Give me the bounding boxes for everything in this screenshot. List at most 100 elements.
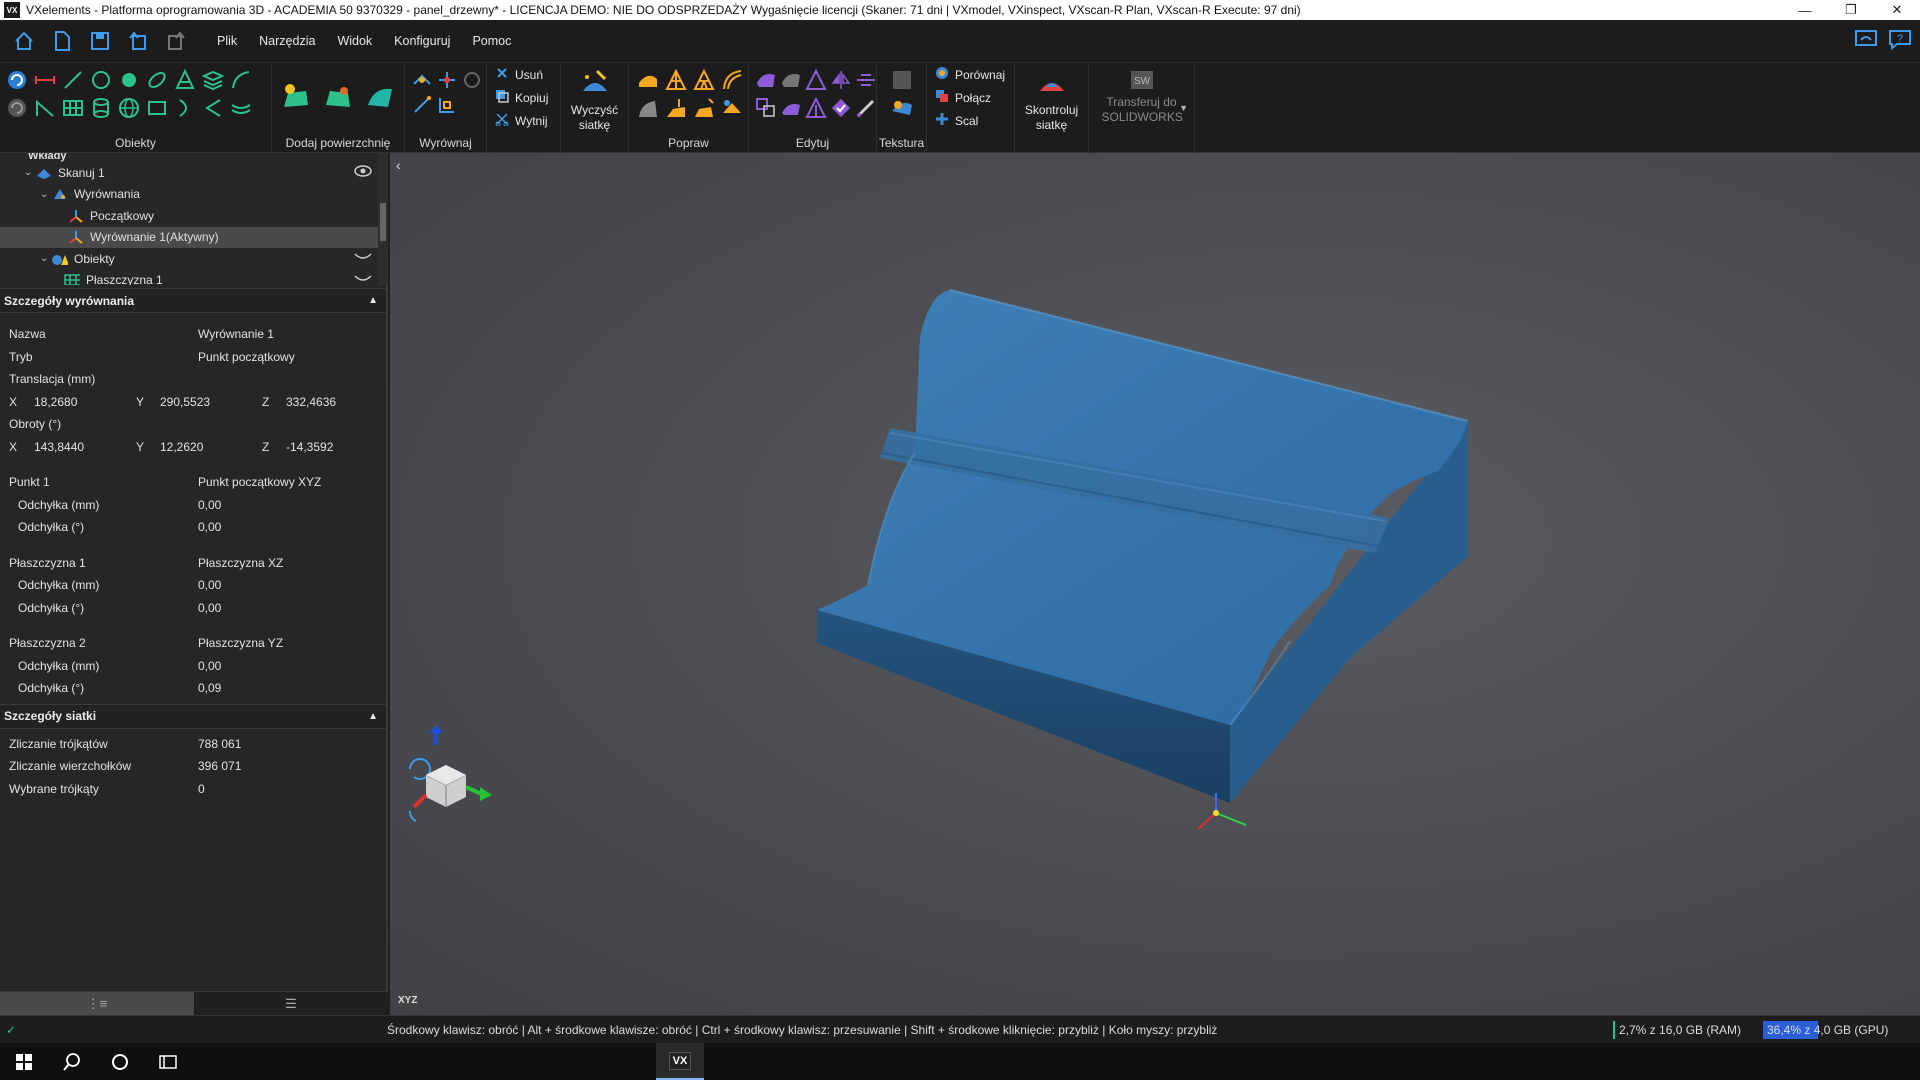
select-free-icon[interactable] [780,67,802,92]
rotate-mode-icon[interactable] [4,67,29,92]
combine-button[interactable]: Scal [935,111,1006,130]
shell-icon[interactable] [780,95,802,120]
triangle-select-icon[interactable] [805,67,827,92]
circle-icon[interactable] [88,67,113,92]
decimate-icon[interactable] [663,67,688,92]
transform-icon[interactable] [755,95,777,120]
align-axis-icon[interactable] [436,69,458,91]
align-best-fit-icon[interactable] [411,69,433,91]
select-surface-icon[interactable] [755,67,777,92]
texture-disabled-icon[interactable] [889,67,914,92]
alignment-details-header[interactable]: Szczegóły wyrównania ▲ [0,288,386,313]
triangle-edit-icon[interactable] [805,95,827,120]
tree-view-tab[interactable]: ⋮≡ [0,992,194,1015]
cylinder-icon[interactable] [88,95,113,120]
boundary-icon[interactable] [719,95,744,120]
ellipse-icon[interactable] [144,67,169,92]
point-icon[interactable] [116,67,141,92]
tree-item-plaszczyzna-1[interactable]: Płaszczyzna 1 [0,270,388,285]
solidworks-icon: SW [1129,69,1155,95]
menu-narzedzia[interactable]: Narzędzia [248,34,326,48]
distance-icon[interactable] [32,67,57,92]
curve-icon[interactable] [228,67,253,92]
layers-icon[interactable] [200,67,225,92]
extend-icon[interactable] [691,95,716,120]
validate-icon[interactable] [830,95,852,120]
add-surface-freeform-icon[interactable] [364,81,396,113]
cut-button[interactable]: Wytnij [495,111,552,130]
refine-icon[interactable] [691,67,716,92]
sphere-icon[interactable] [116,95,141,120]
tree-item-wyrownania[interactable]: ⌄ Wyrównania [0,184,388,206]
tree-item-wyrownanie-1[interactable]: Wyrównanie 1(Aktywny) [0,226,388,248]
restore-button[interactable]: ❐ [1828,0,1874,20]
add-surface-plane-icon[interactable] [322,81,354,113]
tree-item-obiekty[interactable]: ⌄ Obiekty [0,248,388,270]
merge-button[interactable]: Połącz [935,88,1006,107]
align-manual-icon[interactable] [411,94,433,116]
align-entities-icon[interactable] [436,94,458,116]
close-button[interactable]: ✕ [1874,0,1920,20]
clean-mesh-button[interactable]: Wyczyść siatkę [561,63,628,133]
menu-plik[interactable]: Plik [206,34,248,48]
new-file-icon[interactable] [46,26,78,56]
tree-item-skanuj[interactable]: ⌄ Skanuj 1 [0,162,388,184]
align-disabled-icon[interactable] [461,69,483,91]
windows-start-icon[interactable] [0,1043,48,1080]
redo-icon[interactable] [160,26,192,56]
bridge-icon[interactable] [635,95,660,120]
smooth-icon[interactable] [635,67,660,92]
transfer-solidworks-button[interactable]: SW Transferuj do SOLIDWORKS [1089,63,1194,125]
tree-scrollbar[interactable] [378,153,388,285]
navigation-cube[interactable] [396,725,496,835]
fill-holes-icon[interactable] [719,67,744,92]
menu-konfiguruj[interactable]: Konfiguruj [383,34,461,48]
help-icon[interactable]: ? [1888,28,1912,55]
rectangle-icon[interactable] [144,95,169,120]
save-icon[interactable] [84,26,116,56]
check-mesh-button[interactable]: Skontroluj siatkę [1015,63,1088,133]
grid-plane-icon[interactable] [60,95,85,120]
remote-icon[interactable] [1854,28,1878,55]
window-title: VXelements - Platforma oprogramowania 3D… [26,3,1301,17]
extrude-icon[interactable] [663,95,688,120]
polyline-icon[interactable] [32,95,57,120]
vxelements-taskbar-button[interactable]: VX [656,1043,704,1080]
hidden-eye-icon[interactable] [354,251,372,266]
list-view-tab[interactable]: ☰ [194,992,388,1015]
reset-icon[interactable] [4,95,29,120]
mesh-details-header[interactable]: Szczegóły siatki ▲ [0,703,386,729]
cut-plane-icon[interactable] [855,67,877,92]
line-icon[interactable] [60,67,85,92]
copy-button[interactable]: Kopiuj [495,88,552,107]
mirror-icon[interactable] [830,67,852,92]
brush-icon[interactable] [855,95,877,120]
texture-icon[interactable] [889,95,914,120]
scanned-mesh[interactable] [390,153,1920,1015]
menu-widok[interactable]: Widok [326,34,383,48]
transfer-dropdown-icon[interactable]: ▼ [1179,103,1188,113]
angle-icon[interactable] [200,95,225,120]
undo-icon[interactable] [122,26,154,56]
tree-item-poczatkowy[interactable]: Początkowy [0,205,388,227]
add-surface-icon[interactable] [280,81,312,113]
chevron-up-icon[interactable]: ▲ [368,295,378,306]
chevron-down-icon[interactable]: ⌄ [40,189,52,200]
search-icon[interactable] [48,1043,96,1080]
arc-icon[interactable] [172,95,197,120]
chevron-up-icon[interactable]: ▲ [368,711,378,722]
menu-pomoc[interactable]: Pomoc [461,34,522,48]
delete-button[interactable]: Usuń [495,65,552,84]
3d-viewport[interactable]: ‹ XYZ [390,153,1920,1015]
compare-button[interactable]: Porównaj [935,65,1006,84]
cortana-icon[interactable] [96,1043,144,1080]
hidden-eye-icon[interactable] [354,273,372,285]
home-icon[interactable] [8,26,40,56]
eye-icon[interactable] [354,165,372,180]
cone-icon[interactable] [172,67,197,92]
minimize-button[interactable]: — [1782,0,1828,20]
chevron-down-icon[interactable]: ⌄ [24,167,36,178]
task-view-icon[interactable] [144,1043,192,1080]
chevron-down-icon[interactable]: ⌄ [40,253,52,264]
surface-curves-icon[interactable] [228,95,253,120]
